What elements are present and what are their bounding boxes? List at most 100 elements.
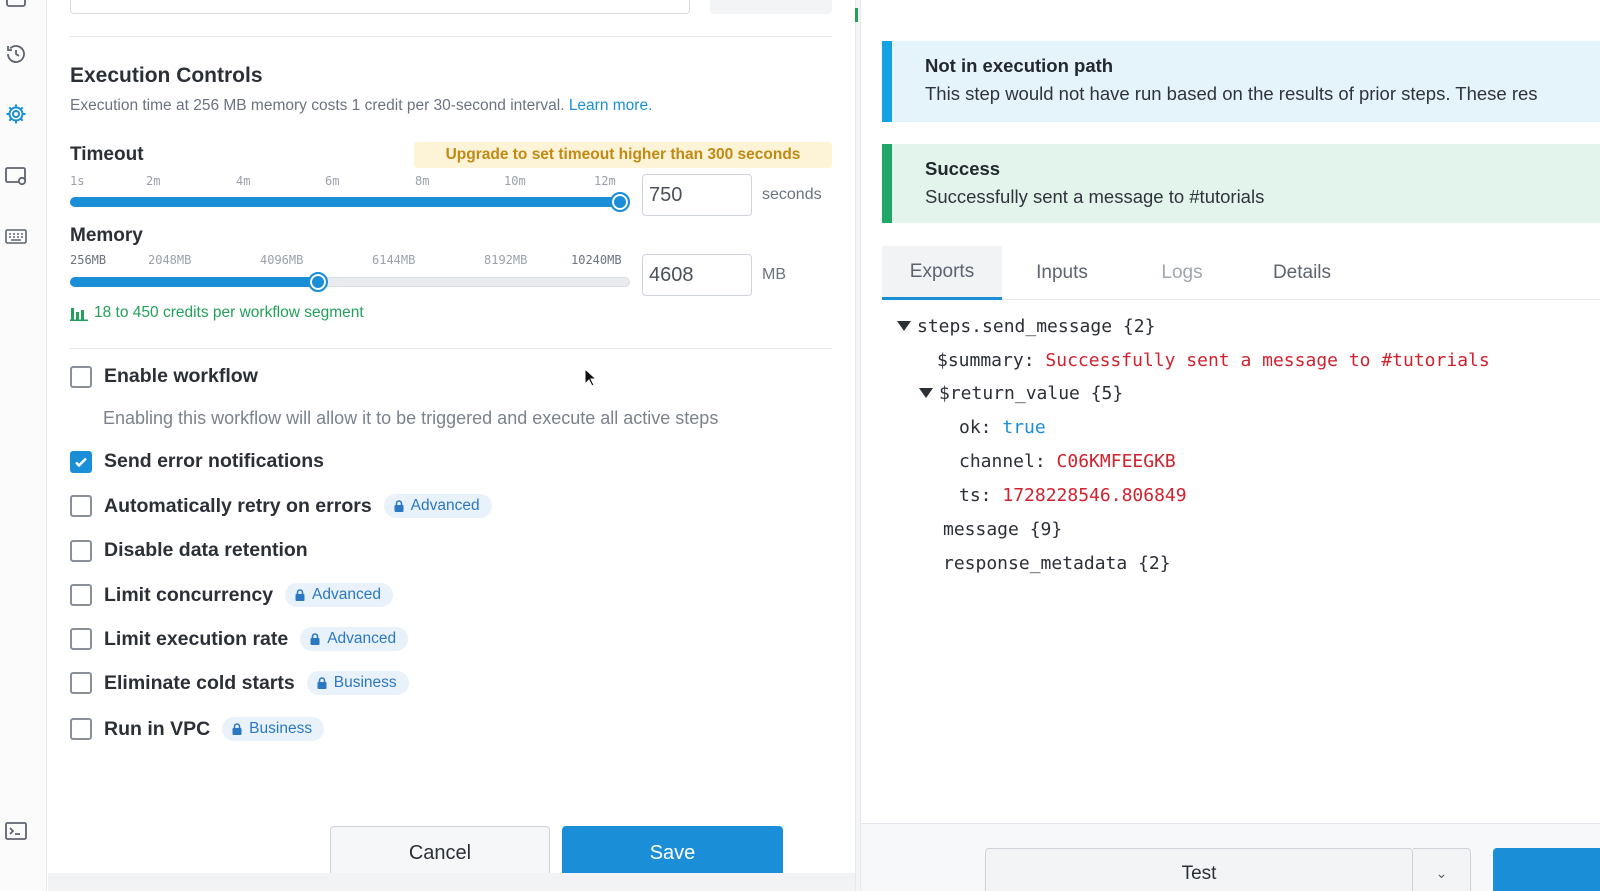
lock-icon	[317, 677, 327, 689]
timeout-tick: 6m	[325, 174, 340, 188]
option-run-in-vpc[interactable]: Run in VPC Business	[70, 717, 325, 741]
section-desc-text: Execution time at 256 MB memory costs 1 …	[70, 97, 565, 114]
timeout-unit: seconds	[762, 186, 822, 203]
plan-badge: Business	[222, 717, 325, 741]
top-button[interactable]	[710, 0, 832, 14]
tab-inputs[interactable]: Inputs	[1002, 246, 1122, 300]
option-label: Automatically retry on errors	[104, 494, 372, 517]
badge-label: Advanced	[312, 586, 381, 603]
checkbox[interactable]	[70, 539, 92, 562]
option-send-error-notifications[interactable]: Send error notifications	[70, 450, 324, 473]
option-disable-data-retention[interactable]: Disable data retention	[70, 539, 308, 562]
memory-label: Memory	[70, 225, 143, 246]
settings-window-icon[interactable]	[2, 162, 30, 190]
collapse-caret-icon[interactable]	[897, 321, 911, 331]
tab-logs[interactable]: Logs	[1122, 246, 1242, 300]
top-input[interactable]	[70, 0, 690, 14]
plan-badge: Business	[306, 671, 409, 695]
memory-tick: 4096MB	[260, 253, 304, 267]
tree-value: true	[1002, 416, 1046, 438]
option-label: Disable data retention	[104, 539, 308, 561]
alert-body: This step would not have run based on th…	[925, 83, 1538, 104]
results-tabs: Exports Inputs Logs Details	[882, 246, 1600, 300]
option-label: Enable workflow	[104, 365, 258, 387]
checkbox[interactable]	[70, 718, 92, 740]
checkbox-checked[interactable]	[70, 450, 92, 473]
plan-badge: Advanced	[285, 583, 393, 607]
memory-ticks: 256MB 2048MB 4096MB 6144MB 8192MB 10240M…	[70, 253, 640, 267]
checkbox[interactable]	[70, 584, 92, 606]
primary-action-button[interactable]	[1493, 848, 1600, 891]
credits-note: 18 to 450 credits per workflow segment	[70, 304, 364, 322]
timeout-tick: 2m	[146, 174, 161, 188]
tree-node-label: steps.send_message {2}	[917, 315, 1156, 337]
lock-icon	[310, 633, 320, 645]
option-auto-retry[interactable]: Automatically retry on errors Advanced	[70, 494, 492, 518]
timeout-input[interactable]	[642, 174, 752, 216]
timeout-tick: 1s	[70, 174, 85, 188]
tree-node-ts: ts: 1728228546.806849	[959, 483, 1187, 507]
slider-fill	[70, 277, 318, 287]
tab-exports[interactable]: Exports	[882, 246, 1002, 300]
option-enable-workflow[interactable]: Enable workflow	[70, 365, 258, 388]
learn-more-link[interactable]: Learn more.	[569, 97, 653, 114]
tree-node-root[interactable]: steps.send_message {2}	[897, 314, 1155, 338]
tree-node-ok: ok: true	[959, 415, 1046, 439]
lock-icon	[295, 589, 305, 601]
icon-rail	[0, 0, 47, 891]
badge-label: Business	[333, 674, 397, 691]
option-label: Limit concurrency	[104, 583, 274, 606]
tree-key: channel:	[959, 450, 1046, 472]
timeout-slider[interactable]	[70, 190, 630, 214]
tree-node-channel: channel: C06KMFEEGKB	[959, 449, 1176, 473]
cancel-button[interactable]: Cancel	[330, 826, 550, 880]
timeout-tick: 12m	[594, 174, 616, 188]
history-icon[interactable]	[2, 40, 30, 68]
tree-key: ok:	[959, 416, 992, 438]
memory-input[interactable]	[642, 254, 752, 296]
info-alert: Not in execution path This step would no…	[882, 41, 1600, 122]
slider-thumb[interactable]	[308, 272, 328, 292]
option-label: Run in VPC	[104, 717, 211, 740]
memory-unit: MB	[762, 266, 786, 283]
option-eliminate-cold-starts[interactable]: Eliminate cold starts Business	[70, 671, 409, 695]
mouse-cursor-icon	[584, 368, 596, 387]
tab-details[interactable]: Details	[1242, 246, 1362, 300]
tree-node-summary: $summary: Successfully sent a message to…	[937, 348, 1490, 372]
test-button[interactable]: Test	[985, 848, 1413, 891]
slider-thumb[interactable]	[610, 192, 630, 212]
option-limit-concurrency[interactable]: Limit concurrency Advanced	[70, 583, 393, 607]
tree-key: ts:	[959, 484, 992, 506]
window-icon[interactable]	[2, 0, 30, 14]
alert-body: Successfully sent a message to #tutorial…	[925, 186, 1265, 207]
tree-node-message[interactable]: message {9}	[943, 517, 1062, 541]
checkbox[interactable]	[70, 672, 92, 694]
keyboard-icon[interactable]	[2, 224, 30, 252]
badge-label: Business	[249, 720, 313, 737]
collapse-caret-icon[interactable]	[919, 388, 933, 398]
upgrade-notice[interactable]: Upgrade to set timeout higher than 300 s…	[414, 142, 832, 168]
option-label: Eliminate cold starts	[104, 671, 295, 694]
alert-title: Not in execution path	[925, 55, 1114, 76]
checkbox[interactable]	[70, 365, 92, 388]
gear-icon[interactable]	[2, 100, 30, 128]
save-button[interactable]: Save	[562, 826, 783, 880]
tree-value: 1728228546.806849	[1002, 484, 1187, 506]
tree-node-response-metadata[interactable]: response_metadata {2}	[943, 551, 1171, 575]
tree-node-label: response_metadata {2}	[943, 552, 1171, 574]
terminal-icon[interactable]	[2, 817, 30, 845]
memory-slider[interactable]	[70, 270, 630, 294]
checkbox[interactable]	[70, 495, 92, 517]
lock-icon	[232, 723, 242, 735]
timeout-ticks: 1s 2m 4m 6m 8m 10m 12m	[70, 174, 620, 188]
chevron-down-icon[interactable]: ⌄	[1413, 848, 1471, 891]
section-title: Execution Controls	[70, 64, 263, 87]
memory-tick: 6144MB	[372, 253, 416, 267]
timeout-tick: 4m	[236, 174, 251, 188]
option-limit-execution-rate[interactable]: Limit execution rate Advanced	[70, 627, 409, 651]
checkbox[interactable]	[70, 628, 92, 650]
slider-fill	[70, 197, 620, 207]
tree-node-return-value[interactable]: $return_value {5}	[919, 381, 1123, 405]
memory-tick: 256MB	[70, 253, 107, 267]
bottom-edge	[48, 873, 858, 891]
